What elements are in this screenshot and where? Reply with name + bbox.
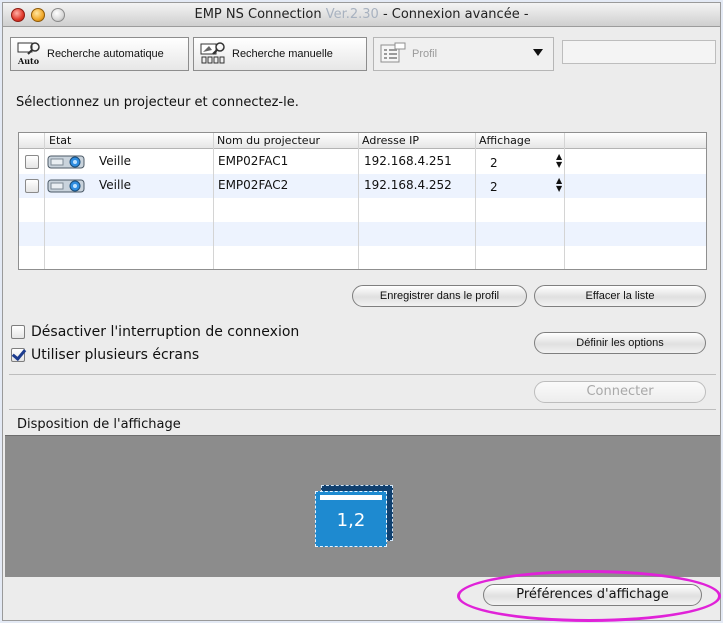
display-layout-title: Disposition de l'affichage: [17, 417, 181, 432]
disable-interrupt-label: Désactiver l'interruption de connexion: [31, 324, 300, 340]
screen-thumbnail[interactable]: 1,2: [315, 491, 387, 547]
instruction-text: Sélectionnez un projecteur et connectez-…: [16, 95, 299, 110]
profile-label: Profil: [412, 48, 438, 60]
projector-table[interactable]: Etat Nom du projecteur Adresse IP Affich…: [18, 132, 707, 270]
dropdown-arrow-icon: [533, 49, 543, 56]
title-bar[interactable]: EMP NS Connection Ver.2.30 - Connexion a…: [3, 3, 720, 27]
toolbar: Auto Recherche automatique Recherche man…: [3, 28, 720, 76]
save-to-profile-button[interactable]: Enregistrer dans le profil: [352, 285, 527, 307]
table-row-empty: [19, 246, 706, 269]
column-header-name[interactable]: Nom du projecteur: [217, 134, 320, 147]
table-row-empty: [19, 198, 706, 222]
multi-screens-label: Utiliser plusieurs écrans: [31, 347, 200, 363]
screen-title-bar: [320, 495, 382, 500]
disable-interrupt-checkbox[interactable]: [11, 325, 25, 339]
column-header-display[interactable]: Affichage: [479, 134, 531, 147]
column-divider: [44, 133, 45, 269]
multi-screens-checkbox[interactable]: [11, 348, 25, 362]
row-projector-name: EMP02FAC1: [218, 154, 289, 168]
multi-screens-option[interactable]: Utiliser plusieurs écrans: [11, 346, 199, 364]
disable-interrupt-option[interactable]: Désactiver l'interruption de connexion: [11, 323, 299, 341]
svg-text:Auto: Auto: [17, 56, 40, 66]
auto-search-button[interactable]: Auto Recherche automatique: [10, 37, 189, 71]
auto-search-icon: Auto: [17, 42, 40, 66]
separator: [9, 409, 716, 410]
row-display-value: 2: [490, 156, 498, 170]
clear-list-button[interactable]: Effacer la liste: [534, 285, 706, 307]
row-select-checkbox[interactable]: [25, 155, 39, 169]
column-divider: [358, 133, 359, 269]
window-title: EMP NS Connection Ver.2.30 - Connexion a…: [194, 7, 529, 22]
app-window: EMP NS Connection Ver.2.30 - Connexion a…: [2, 2, 721, 621]
set-options-button[interactable]: Définir les options: [534, 332, 706, 354]
row-status: Veille: [99, 178, 132, 192]
table-header: Etat Nom du projecteur Adresse IP Affich…: [19, 133, 706, 149]
version-label: Ver.2.30: [325, 7, 379, 22]
profile-field[interactable]: [562, 40, 716, 64]
display-layout-area[interactable]: 1,2: [5, 435, 720, 577]
row-ip-address: 192.168.4.252: [364, 178, 452, 192]
manual-search-icon: [200, 42, 225, 64]
projector-icon: [47, 179, 85, 193]
row-status: Veille: [99, 154, 132, 168]
manual-search-label: Recherche manuelle: [232, 48, 333, 60]
highlight-ellipse: [457, 570, 721, 622]
row-ip-address: 192.168.4.251: [364, 154, 452, 168]
profile-menu-button[interactable]: Profil: [373, 37, 554, 71]
column-header-ip[interactable]: Adresse IP: [362, 134, 419, 147]
profile-icon: [380, 42, 406, 63]
column-divider: [564, 133, 565, 269]
column-divider: [475, 133, 476, 269]
row-display-value: 2: [490, 180, 498, 194]
display-stepper-icon[interactable]: ▲ ▼: [556, 153, 562, 169]
separator: [9, 374, 716, 375]
column-header-status[interactable]: Etat: [49, 134, 71, 147]
projector-icon: [47, 155, 85, 169]
display-stepper-icon[interactable]: ▲ ▼: [556, 177, 562, 193]
connect-button[interactable]: Connecter: [534, 381, 706, 403]
row-projector-name: EMP02FAC2: [218, 178, 289, 192]
table-row-empty: [19, 222, 706, 246]
manual-search-button[interactable]: Recherche manuelle: [193, 37, 367, 71]
auto-search-label: Recherche automatique: [47, 48, 164, 60]
column-divider: [213, 133, 214, 269]
table-row[interactable]: Veille EMP02FAC2 192.168.4.252 2 ▲ ▼: [19, 174, 706, 198]
table-row[interactable]: Veille EMP02FAC1 192.168.4.251 2 ▲ ▼: [19, 150, 706, 174]
screen-label: 1,2: [336, 510, 366, 531]
row-select-checkbox[interactable]: [25, 179, 39, 193]
